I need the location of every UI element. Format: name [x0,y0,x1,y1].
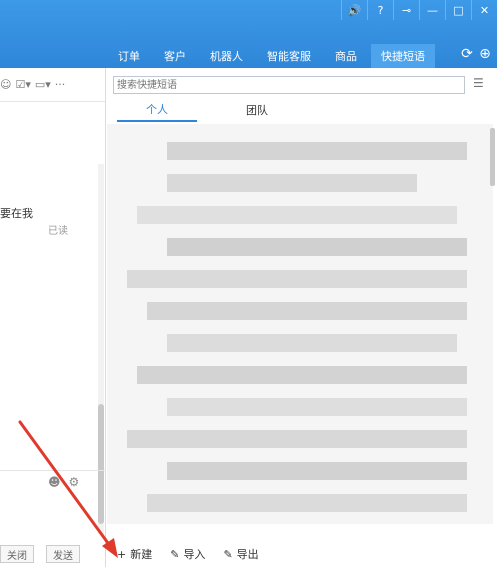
list-item[interactable] [107,296,487,326]
list-item[interactable] [107,200,487,230]
edit-icon: ✎ [170,547,180,561]
tab-personal[interactable]: 个人 [117,98,197,122]
chat-scrollbar[interactable] [98,164,104,534]
list-item[interactable] [107,328,487,358]
chat-panel: ☺ ☑▾ ▭▾ ··· 要在我 已读 ☻ ⚙ 关闭 发送 [0,68,106,567]
nav-icons: ⟳ ⊕ [459,46,493,62]
nav-item-orders[interactable]: 订单 [108,44,150,68]
list-item[interactable] [107,360,487,390]
volume-icon[interactable]: 🔊 [341,0,367,20]
quick-phrases-panel: ☰ 个人 团队 +新建 ✎导入 ✎导出 [107,68,497,567]
chat-scroll-thumb[interactable] [98,404,104,524]
list-item[interactable] [107,232,487,262]
tab-team[interactable]: 团队 [217,98,297,122]
search-input[interactable] [113,76,465,94]
list-item[interactable] [107,264,487,294]
main-nav: 订单 客户 机器人 智能客服 商品 快捷短语 [108,44,439,68]
plus-circle-icon[interactable]: ⊕ [477,46,493,62]
phrase-scrollbar[interactable] [490,128,495,186]
smile-icon[interactable]: ☻ [48,475,61,489]
new-phrase-button[interactable]: + 新建 [117,546,152,562]
input-toolbar: ☻ ⚙ [48,475,79,489]
import-button[interactable]: ✎ 导入 [170,546,205,562]
list-item[interactable] [107,488,487,518]
list-item[interactable] [107,392,487,422]
refresh-icon[interactable]: ⟳ [459,46,475,62]
pin-icon[interactable]: ⊸ [393,0,419,20]
message-text: 要在我 [0,207,33,220]
chat-actions: 关闭 发送 [0,545,80,563]
nav-item-smart-service[interactable]: 智能客服 [257,44,321,68]
input-divider [0,470,106,471]
read-status: 已读 [48,226,68,237]
minimize-icon[interactable]: — [419,0,445,20]
close-button[interactable]: 关闭 [0,545,34,563]
emoji-icon[interactable]: ☺ [0,78,11,91]
chat-toolbar: ☺ ☑▾ ▭▾ ··· [0,68,105,102]
phrase-actions: + 新建 ✎ 导入 ✎ 导出 [117,546,259,562]
maximize-icon[interactable]: □ [445,0,471,20]
settings-icon[interactable]: ⚙ [69,475,80,489]
list-item[interactable] [107,136,487,166]
video-icon[interactable]: ▭▾ [35,78,51,91]
checklist-icon[interactable]: ☑▾ [15,78,30,91]
window-controls: 🔊 ? ⊸ — □ ✕ [341,0,497,20]
edit-icon: ✎ [223,547,233,561]
help-icon[interactable]: ? [367,0,393,20]
nav-item-customers[interactable]: 客户 [154,44,196,68]
nav-item-products[interactable]: 商品 [325,44,367,68]
list-menu-icon[interactable]: ☰ [473,76,484,90]
phrase-tabs: 个人 团队 [117,98,497,122]
plus-icon: + [117,547,127,561]
phrase-list [107,124,493,524]
export-button[interactable]: ✎ 导出 [223,546,258,562]
list-item[interactable] [107,168,487,198]
send-button[interactable]: 发送 [46,545,80,563]
list-item[interactable] [107,424,487,454]
nav-item-quick-phrases[interactable]: 快捷短语 [371,44,435,68]
close-icon[interactable]: ✕ [471,0,497,20]
list-item[interactable] [107,456,487,486]
nav-item-robot[interactable]: 机器人 [200,44,253,68]
more-icon[interactable]: ··· [55,78,66,91]
top-bar: 🔊 ? ⊸ — □ ✕ 订单 客户 机器人 智能客服 商品 快捷短语 ⟳ ⊕ [0,0,497,68]
